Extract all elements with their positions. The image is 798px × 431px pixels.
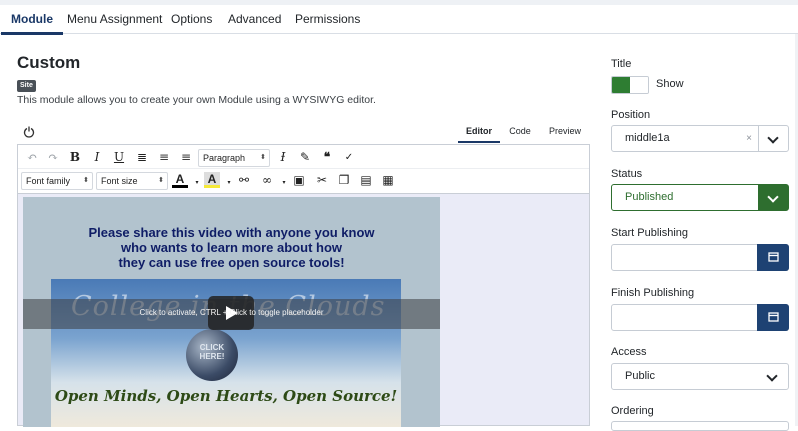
placeholder-hint: Click to activate, CTRL + Click to toggl… bbox=[139, 308, 324, 317]
globe-text-1: CLICK bbox=[199, 343, 225, 352]
chevron-down-icon[interactable]: ▾ bbox=[276, 174, 292, 190]
access-label: Access bbox=[611, 346, 647, 358]
spellcheck-icon[interactable]: ✓ bbox=[341, 149, 357, 165]
undo-icon[interactable]: ↶ bbox=[24, 149, 40, 165]
paste-icon[interactable]: ▤ bbox=[358, 172, 374, 188]
finish-calendar-button[interactable] bbox=[757, 304, 789, 331]
tab-options[interactable]: Options bbox=[171, 5, 212, 34]
text-color-icon[interactable]: A bbox=[172, 172, 188, 188]
toolbar-divider bbox=[18, 168, 589, 169]
share-text: Please share this video with anyone you … bbox=[23, 225, 440, 270]
access-select[interactable]: Public bbox=[611, 363, 789, 390]
bold-icon[interactable]: B bbox=[67, 149, 83, 165]
status-select[interactable]: Published bbox=[611, 184, 789, 211]
access-dropdown-toggle[interactable] bbox=[758, 364, 788, 389]
cut-icon[interactable]: ✂ bbox=[314, 172, 330, 188]
font-size-select[interactable]: Font size ⬍ bbox=[96, 172, 168, 190]
chevron-down-icon bbox=[767, 191, 779, 203]
position-select[interactable]: middle1a × bbox=[611, 125, 789, 152]
font-family-value: Font family bbox=[26, 176, 71, 186]
tab-module[interactable]: Module bbox=[1, 5, 63, 35]
tab-advanced[interactable]: Advanced bbox=[228, 5, 281, 34]
block-format-select[interactable]: Paragraph ⬍ bbox=[198, 149, 270, 167]
font-family-select[interactable]: Font family ⬍ bbox=[21, 172, 93, 190]
motto-text: Open Minds, Open Hearts, Open Source! bbox=[54, 387, 398, 405]
editor-content-area[interactable]: Please share this video with anyone you … bbox=[23, 197, 440, 427]
position-label: Position bbox=[611, 109, 651, 121]
font-size-value: Font size bbox=[101, 176, 138, 186]
status-dropdown-toggle[interactable] bbox=[758, 185, 788, 210]
page-title: Custom bbox=[17, 53, 81, 72]
toggle-knob bbox=[630, 77, 648, 93]
share-line-3: they can use free open source tools! bbox=[118, 255, 345, 270]
start-publishing-input[interactable] bbox=[611, 244, 789, 271]
show-label: Show bbox=[656, 78, 684, 90]
clear-icon[interactable]: × bbox=[746, 126, 752, 151]
editor-tab-preview[interactable]: Preview bbox=[542, 121, 588, 143]
module-tabs: Module Menu Assignment Options Advanced … bbox=[0, 5, 798, 35]
share-line-2: who wants to learn more about how bbox=[120, 240, 342, 255]
updown-icon: ⬍ bbox=[260, 154, 266, 161]
status-value: Published bbox=[625, 191, 674, 203]
site-badge: Site bbox=[17, 80, 36, 92]
updown-icon: ⬍ bbox=[83, 177, 89, 184]
status-label: Status bbox=[611, 168, 643, 180]
unlink-icon[interactable]: ⚯ bbox=[236, 172, 252, 188]
start-calendar-button[interactable] bbox=[757, 244, 789, 271]
align-left-icon[interactable]: ≡ bbox=[178, 149, 194, 165]
italic-icon[interactable]: I bbox=[89, 149, 105, 165]
share-line-1: Please share this video with anyone you … bbox=[88, 225, 375, 240]
tab-menu-assignment[interactable]: Menu Assignment bbox=[67, 5, 162, 34]
image-icon[interactable]: ▣ bbox=[291, 172, 307, 188]
chevron-down-icon bbox=[766, 370, 778, 382]
blockquote-icon[interactable]: ❝ bbox=[319, 149, 335, 165]
finish-publishing-label: Finish Publishing bbox=[611, 287, 695, 299]
position-dropdown-toggle[interactable] bbox=[758, 126, 788, 151]
editor-tab-editor[interactable]: Editor bbox=[458, 121, 500, 143]
ordering-label: Ordering bbox=[611, 405, 654, 417]
module-description: This module allows you to create your ow… bbox=[17, 94, 376, 106]
chevron-down-icon[interactable]: ▾ bbox=[189, 174, 205, 190]
underline-icon[interactable]: U bbox=[111, 149, 127, 165]
align-justify-icon[interactable]: ≣ bbox=[134, 149, 150, 165]
globe-text-2: HERE! bbox=[199, 352, 225, 361]
brush-icon[interactable]: ✎ bbox=[297, 149, 313, 165]
wysiwyg-editor: ↶ ↷ B I U ≣ ≡ ≡ Paragraph ⬍ Ɨ ✎ ❝ ✓ Font … bbox=[17, 144, 590, 427]
clear-format-icon[interactable]: Ɨ bbox=[275, 149, 291, 165]
editor-toolbar: ↶ ↷ B I U ≣ ≡ ≡ Paragraph ⬍ Ɨ ✎ ❝ ✓ Font … bbox=[18, 145, 589, 194]
chevron-down-icon bbox=[767, 132, 779, 144]
block-format-value: Paragraph bbox=[203, 153, 246, 163]
access-value: Public bbox=[625, 370, 655, 382]
power-icon[interactable] bbox=[23, 126, 35, 138]
calendar-icon bbox=[768, 312, 779, 322]
paste-text-icon[interactable]: ▦ bbox=[380, 172, 396, 188]
background-color-icon[interactable]: A bbox=[204, 172, 220, 188]
tab-permissions[interactable]: Permissions bbox=[295, 5, 360, 34]
editor-tab-code[interactable]: Code bbox=[503, 121, 537, 143]
align-center-icon[interactable]: ≡ bbox=[156, 149, 172, 165]
show-title-toggle[interactable] bbox=[611, 76, 649, 94]
link-icon[interactable]: ∞ bbox=[259, 172, 275, 188]
start-publishing-label: Start Publishing bbox=[611, 227, 689, 239]
title-label: Title bbox=[611, 58, 632, 70]
redo-icon[interactable]: ↷ bbox=[45, 149, 61, 165]
calendar-icon bbox=[768, 252, 779, 262]
chevron-down-icon[interactable]: ▾ bbox=[221, 174, 237, 190]
updown-icon: ⬍ bbox=[158, 177, 164, 184]
copy-icon[interactable]: ❐ bbox=[336, 172, 352, 188]
ordering-select[interactable] bbox=[611, 421, 789, 431]
toggle-on bbox=[612, 77, 630, 93]
finish-publishing-input[interactable] bbox=[611, 304, 789, 331]
position-value: middle1a bbox=[625, 132, 670, 144]
globe-image: CLICK HERE! bbox=[186, 329, 238, 381]
